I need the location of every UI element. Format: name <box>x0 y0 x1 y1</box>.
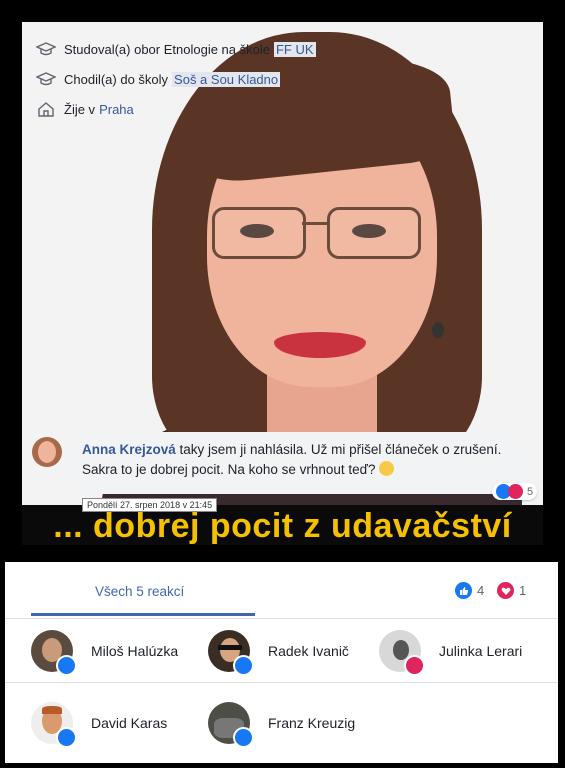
comment-timestamp-tooltip: Pondělí 27. srpen 2018 v 21:45 <box>82 498 218 512</box>
home-icon <box>38 102 54 117</box>
like-icon <box>56 727 77 748</box>
graduation-cap-icon <box>36 42 56 56</box>
love-count: 1 <box>519 583 527 598</box>
love-icon <box>404 655 425 676</box>
avatar[interactable] <box>208 630 254 676</box>
avatar[interactable] <box>379 630 425 676</box>
tab-loves[interactable]: 1 <box>497 582 526 599</box>
reactor-name[interactable]: David Karas <box>91 715 167 731</box>
school-link-kladno[interactable]: Soš a Sou Kladno <box>172 71 281 87</box>
school-link-ffuk[interactable]: FF UK <box>273 41 316 57</box>
reactor-item[interactable]: Franz Kreuzig <box>208 702 355 748</box>
info-school-text: Chodil(a) do školy <box>64 71 169 87</box>
reaction-row: Miloš Halúzka Radek Ivanič Julinka Lerar… <box>5 620 558 683</box>
city-link-praha[interactable]: Praha <box>99 102 134 117</box>
reactor-name[interactable]: Radek Ivanič <box>268 643 349 659</box>
reactor-name[interactable]: Julinka Lerari <box>439 643 522 659</box>
laughing-emoji-icon <box>379 461 395 476</box>
love-icon <box>508 484 523 499</box>
reactor-item[interactable]: David Karas <box>31 702 167 748</box>
avatar[interactable] <box>31 630 77 676</box>
like-icon <box>455 582 472 599</box>
like-icon <box>233 655 254 676</box>
graduation-cap-icon <box>36 72 56 86</box>
info-lives-text: Žije v <box>64 101 96 117</box>
profile-info: Studoval(a) obor Etnologie na škole FF U… <box>36 34 316 124</box>
info-row-studied: Studoval(a) obor Etnologie na škole FF U… <box>36 34 316 64</box>
like-icon <box>56 655 77 676</box>
love-icon <box>497 582 514 599</box>
caption-text: ... dobrej pocit z udavačství <box>53 507 512 545</box>
comment-author[interactable]: Anna Krejzová <box>82 442 176 457</box>
comment-bubble: Anna Krejzová taky jsem ji nahlásila. Už… <box>70 432 524 494</box>
info-studied-text: Studoval(a) obor Etnologie na škole <box>64 41 270 57</box>
tab-likes[interactable]: 4 <box>455 582 484 599</box>
commenter-avatar[interactable] <box>32 437 62 467</box>
like-count: 4 <box>477 583 485 598</box>
reactor-name[interactable]: Franz Kreuzig <box>268 715 355 731</box>
reaction-tabs: Všech 5 reakcí 4 1 <box>5 562 558 619</box>
tab-all-reactions[interactable]: Všech 5 reakcí <box>95 584 184 599</box>
active-tab-indicator <box>31 613 255 616</box>
comment-reactions[interactable]: 5 <box>492 483 538 500</box>
reactor-item[interactable]: Julinka Lerari <box>379 630 522 676</box>
info-row-lives: Žije v Praha <box>36 94 316 124</box>
avatar[interactable] <box>208 702 254 748</box>
reactions-panel: Všech 5 reakcí 4 1 Miloš Halúzka Radek I… <box>5 562 558 763</box>
avatar[interactable] <box>31 702 77 748</box>
reactor-name[interactable]: Miloš Halúzka <box>91 643 178 659</box>
comment-reaction-count: 5 <box>527 485 534 498</box>
info-row-school: Chodil(a) do školy Soš a Sou Kladno <box>36 64 316 94</box>
reactor-item[interactable]: Miloš Halúzka <box>31 630 178 676</box>
reactor-item[interactable]: Radek Ivanič <box>208 630 349 676</box>
reaction-row: David Karas Franz Kreuzig <box>5 692 558 754</box>
like-icon <box>233 727 254 748</box>
